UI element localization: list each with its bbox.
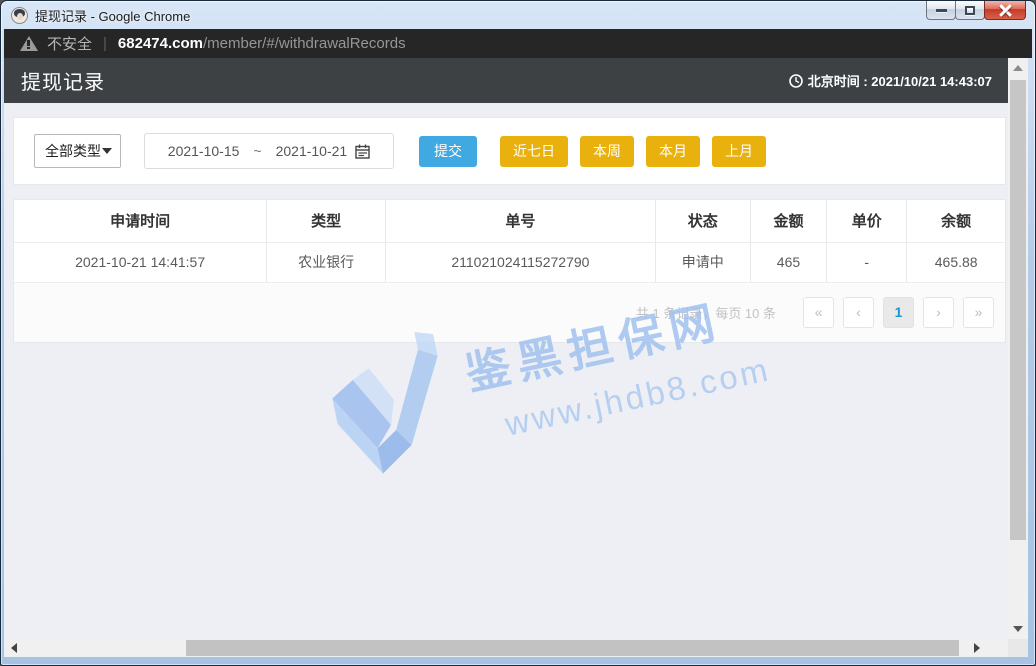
watermark-url: www.jhdb8.com <box>502 350 774 443</box>
page-title: 提现记录 <box>21 66 105 95</box>
browser-window: 提现记录 - Google Chrome 不安全 | 682474.com /m… <box>0 0 1036 666</box>
col-amount: 金额 <box>750 200 826 242</box>
address-separator: | <box>103 35 107 52</box>
not-secure-warning-icon <box>20 36 38 51</box>
page-1-button[interactable]: 1 <box>883 297 914 328</box>
address-bar[interactable]: 不安全 | 682474.com /member/#/withdrawalRec… <box>4 29 1032 58</box>
prev-page-button[interactable]: ‹ <box>843 297 874 328</box>
type-select-value: 全部类型 <box>45 141 101 161</box>
cell-type: 农业银行 <box>267 242 386 282</box>
date-end: 2021-10-21 <box>276 143 348 159</box>
page-content: 提现记录 北京时间 : 2021/10/21 14:43:07 全部类型 202… <box>4 58 1008 639</box>
clock-icon <box>789 74 803 88</box>
this-month-button[interactable]: 本月 <box>646 136 700 167</box>
date-separator: ~ <box>253 143 261 159</box>
scroll-left-icon[interactable] <box>11 643 17 653</box>
url-path: /member/#/withdrawalRecords <box>203 35 406 52</box>
restore-button[interactable] <box>955 1 985 20</box>
col-order-no: 单号 <box>386 200 656 242</box>
date-range-input[interactable]: 2021-10-15 ~ 2021-10-21 <box>144 133 394 169</box>
records-table: 申请时间 类型 单号 状态 金额 单价 余额 2021-10-21 14:41:… <box>14 200 1005 283</box>
this-week-button[interactable]: 本周 <box>580 136 634 167</box>
cell-order-no: 211021024115272790 <box>386 242 656 282</box>
security-label: 不安全 <box>47 33 92 54</box>
horizontal-scrollbar[interactable] <box>4 639 1008 657</box>
filter-toolbar: 全部类型 2021-10-15 ~ 2021-10-21 提交 近七日 本周 <box>13 117 1006 185</box>
col-apply-time: 申请时间 <box>14 200 267 242</box>
page-header: 提现记录 北京时间 : 2021/10/21 14:43:07 <box>4 58 1008 103</box>
chevron-down-icon <box>102 148 112 154</box>
window-title: 提现记录 - Google Chrome <box>35 6 190 25</box>
record-count-summary: 共 1 条记录，每页 10 条 <box>636 303 776 322</box>
last-seven-days-button[interactable]: 近七日 <box>500 136 568 167</box>
url-domain: 682474.com <box>118 35 203 52</box>
scroll-up-icon[interactable] <box>1013 65 1023 71</box>
scroll-right-icon[interactable] <box>974 643 980 653</box>
records-card: 申请时间 类型 单号 状态 金额 单价 余额 2021-10-21 14:41:… <box>13 199 1006 343</box>
horizontal-scroll-thumb[interactable] <box>186 640 959 656</box>
cell-balance: 465.88 <box>907 242 1005 282</box>
cell-status: 申请中 <box>655 242 750 282</box>
watermark-logo-icon <box>313 326 471 488</box>
next-page-button[interactable]: › <box>923 297 954 328</box>
beijing-time-label: 北京时间 : 2021/10/21 14:43:07 <box>808 71 992 90</box>
restore-icon <box>965 6 975 15</box>
title-bar[interactable]: 提现记录 - Google Chrome <box>2 1 1034 29</box>
last-month-button[interactable]: 上月 <box>712 136 766 167</box>
submit-button[interactable]: 提交 <box>419 136 477 167</box>
pagination-bar: 共 1 条记录，每页 10 条 « ‹ 1 › » <box>14 283 1005 342</box>
col-unit-price: 单价 <box>827 200 907 242</box>
minimize-button[interactable] <box>926 1 956 20</box>
vertical-scrollbar[interactable] <box>1008 58 1028 639</box>
minimize-icon <box>936 9 947 12</box>
scroll-down-icon[interactable] <box>1013 626 1023 632</box>
close-button[interactable] <box>984 1 1026 20</box>
cell-unit-price: - <box>827 242 907 282</box>
last-page-button[interactable]: » <box>963 297 994 328</box>
date-start: 2021-10-15 <box>168 143 240 159</box>
calendar-icon <box>355 144 370 159</box>
table-row: 2021-10-21 14:41:57 农业银行 211021024115272… <box>14 242 1005 282</box>
pager: « ‹ 1 › » <box>794 297 994 328</box>
cell-amount: 465 <box>750 242 826 282</box>
beijing-time: 北京时间 : 2021/10/21 14:43:07 <box>789 71 992 90</box>
close-icon <box>999 4 1012 17</box>
col-status: 状态 <box>655 200 750 242</box>
site-favicon <box>11 7 28 24</box>
col-balance: 余额 <box>907 200 1005 242</box>
first-page-button[interactable]: « <box>803 297 834 328</box>
window-controls <box>927 1 1026 20</box>
type-select[interactable]: 全部类型 <box>34 134 121 168</box>
table-header-row: 申请时间 类型 单号 状态 金额 单价 余额 <box>14 200 1005 242</box>
cell-apply-time: 2021-10-21 14:41:57 <box>14 242 267 282</box>
vertical-scroll-thumb[interactable] <box>1010 80 1026 540</box>
scrollbar-corner <box>1008 639 1028 657</box>
col-type: 类型 <box>267 200 386 242</box>
